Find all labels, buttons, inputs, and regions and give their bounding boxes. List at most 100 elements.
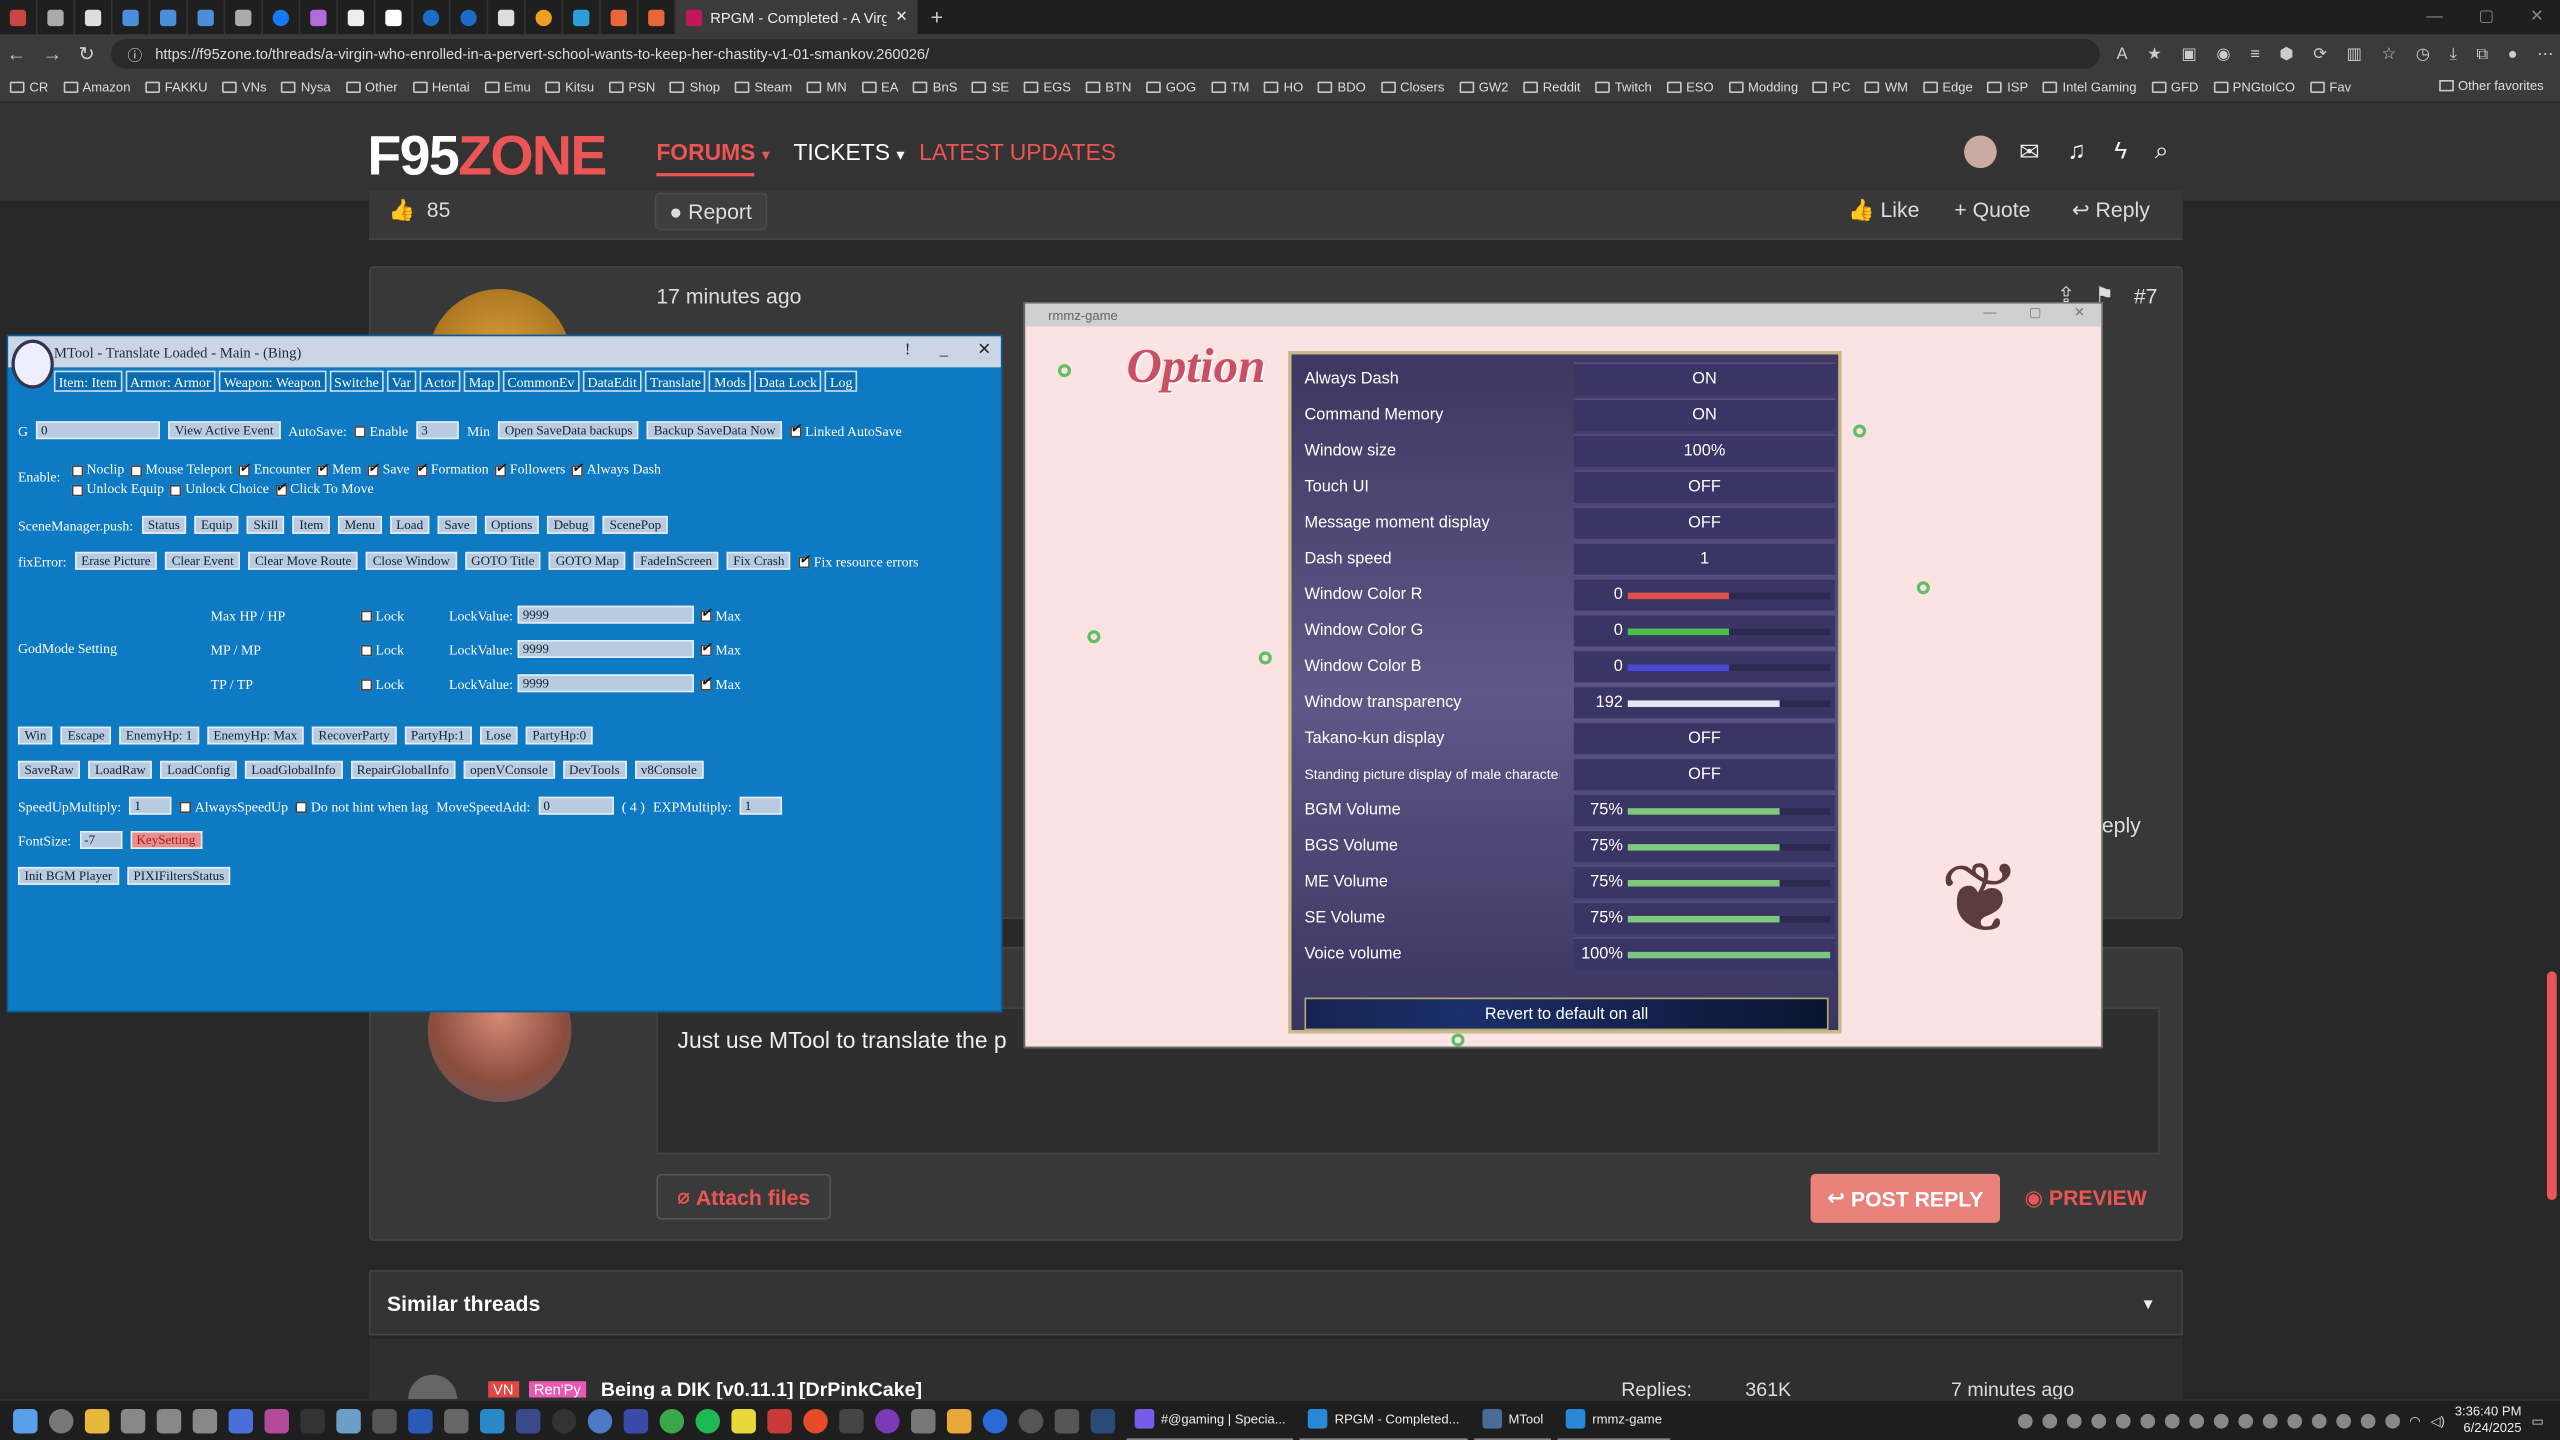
preview-button[interactable]: ◉ PREVIEW <box>2024 1185 2146 1211</box>
g-input[interactable]: 0 <box>36 421 161 440</box>
bookmark-item[interactable]: Closers <box>1380 80 1444 95</box>
pinned-tab[interactable] <box>0 0 38 35</box>
mtool-tab[interactable]: Map <box>463 370 500 392</box>
max-checkbox[interactable]: Max <box>700 640 741 657</box>
tray-icon[interactable] <box>2213 1413 2229 1428</box>
option-slider-track[interactable] <box>1627 700 1831 707</box>
xbox-icon[interactable] <box>659 1408 685 1433</box>
option-slider-track[interactable] <box>1627 592 1831 600</box>
enable-checkbox[interactable]: Mem <box>317 460 361 477</box>
pinned-tab[interactable] <box>638 0 676 35</box>
scene-button[interactable]: Debug <box>547 515 595 534</box>
app-icon[interactable] <box>551 1408 577 1433</box>
bookmark-item[interactable]: BnS <box>913 80 957 95</box>
mtool-tab[interactable]: Data Lock <box>753 370 822 392</box>
action-button[interactable]: PartyHp:1 <box>404 726 472 745</box>
page-scrollbar[interactable] <box>2546 971 2557 1200</box>
bookmark-item[interactable]: GFD <box>2151 80 2198 95</box>
bookmark-item[interactable]: MN <box>806 80 847 95</box>
bell-icon[interactable]: ♫ <box>2060 137 2093 166</box>
reply-button[interactable]: ↩ Reply <box>2072 198 2150 224</box>
option-slider-track[interactable] <box>1627 628 1831 636</box>
tray-icon[interactable] <box>2066 1413 2082 1428</box>
backup-now-button[interactable]: Backup SaveData Now <box>647 421 783 440</box>
app-icon[interactable] <box>515 1408 541 1433</box>
action-button[interactable]: PartyHp:0 <box>525 726 593 745</box>
pinned-tab[interactable] <box>338 0 376 35</box>
always-speedup-checkbox[interactable]: AlwaysSpeedUp <box>180 798 288 814</box>
like-button[interactable]: 👍 Like <box>1848 198 1919 224</box>
action-button[interactable]: EnemyHp: Max <box>206 726 304 745</box>
bookmark-item[interactable]: Intel Gaming <box>2042 80 2137 95</box>
start-icon[interactable] <box>13 1408 38 1433</box>
extension-icon[interactable]: ▣ <box>2181 45 2196 63</box>
autosave-enable-checkbox[interactable]: Enable <box>354 422 408 438</box>
settings-icon[interactable] <box>1054 1408 1080 1433</box>
app-icon[interactable] <box>372 1408 397 1433</box>
mtool-tab[interactable]: Translate <box>644 370 706 392</box>
bookmark-item[interactable]: CR <box>9 80 48 95</box>
app-icon[interactable] <box>803 1408 828 1433</box>
autosave-minutes-input[interactable]: 3 <box>416 421 459 440</box>
help-icon[interactable]: ! <box>905 341 910 359</box>
mail-icon[interactable]: ✉ <box>2013 137 2046 167</box>
move-speed-input[interactable]: 0 <box>538 796 614 815</box>
clock[interactable]: 3:36:40 PM 6/24/2025 <box>2455 1404 2522 1437</box>
bookmark-item[interactable]: EA <box>861 80 898 95</box>
bookmark-item[interactable]: ESO <box>1666 80 1714 95</box>
bookmark-item[interactable]: FAKKU <box>145 80 208 95</box>
close-tab-icon[interactable]: ✕ <box>895 8 907 26</box>
action-button[interactable]: Escape <box>61 726 112 745</box>
scene-button[interactable]: Load <box>389 515 430 534</box>
lock-checkbox[interactable]: Lock <box>360 607 449 623</box>
option-row[interactable]: ME Volume 75% <box>1304 865 1836 898</box>
pinned-tab[interactable] <box>526 0 564 35</box>
tray-icon[interactable] <box>2286 1413 2302 1428</box>
pinned-tab[interactable] <box>413 0 451 35</box>
bookmark-item[interactable]: EGS <box>1023 80 1071 95</box>
scene-button[interactable]: Status <box>141 515 187 534</box>
tray-icon[interactable] <box>2360 1413 2376 1428</box>
search-icon[interactable]: ⌕ <box>2145 137 2178 166</box>
option-slider-track[interactable] <box>1627 808 1831 815</box>
lock-checkbox[interactable]: Lock <box>360 641 449 657</box>
option-row[interactable]: Standing picture display of male charact… <box>1304 757 1836 791</box>
bookmark-item[interactable]: PSN <box>608 80 655 95</box>
tray-icon[interactable] <box>2262 1413 2278 1428</box>
app-icon[interactable] <box>731 1408 756 1433</box>
action-button[interactable]: RepairGlobalInfo <box>350 760 456 779</box>
pinned-tab[interactable] <box>75 0 113 35</box>
word-icon[interactable] <box>408 1408 433 1433</box>
pinned-tab[interactable] <box>451 0 489 35</box>
app-icon[interactable] <box>156 1408 182 1433</box>
tray-icon[interactable] <box>2041 1413 2057 1428</box>
volume-icon[interactable]: ◁) <box>2431 1413 2445 1428</box>
mtool-tab[interactable]: Mods <box>709 370 751 392</box>
similar-thread-name[interactable]: Being a DIK [v0.11.1] [DrPinkCake] <box>601 1378 922 1401</box>
pinned-tab[interactable] <box>601 0 639 35</box>
similar-threads-header[interactable] <box>368 1270 2183 1336</box>
option-slider-track[interactable] <box>1627 915 1831 923</box>
extension-icon[interactable]: ⬢ <box>2279 45 2293 63</box>
taskbar-app[interactable]: RPGM - Completed... <box>1300 1400 1468 1440</box>
post-number[interactable]: #7 <box>2134 284 2158 308</box>
taskbar-app[interactable]: #@gaming | Specia... <box>1126 1400 1294 1440</box>
pinned-tab[interactable] <box>300 0 338 35</box>
option-slider-track[interactable] <box>1627 844 1831 851</box>
user-avatar[interactable] <box>1964 135 1997 169</box>
option-row[interactable]: Voice volume 100% <box>1304 937 1836 970</box>
option-slider-track[interactable] <box>1627 951 1831 959</box>
tray-icon[interactable] <box>2188 1413 2204 1428</box>
scene-button[interactable]: Options <box>484 515 539 534</box>
app-icon[interactable] <box>623 1408 649 1433</box>
tray-icon[interactable] <box>2164 1413 2180 1428</box>
other-favorites[interactable]: Other favorites <box>2438 78 2544 93</box>
action-button[interactable]: Lose <box>479 726 518 745</box>
app-icon[interactable] <box>982 1408 1008 1433</box>
bookmark-item[interactable]: Steam <box>734 80 792 95</box>
pinned-tab[interactable] <box>563 0 601 35</box>
app-icon[interactable] <box>479 1408 505 1433</box>
option-row[interactable]: Window size 100% <box>1304 434 1836 467</box>
downloads-icon[interactable]: ⤓ <box>2450 45 2457 63</box>
collections-icon[interactable]: ⧉ <box>2476 45 2488 63</box>
